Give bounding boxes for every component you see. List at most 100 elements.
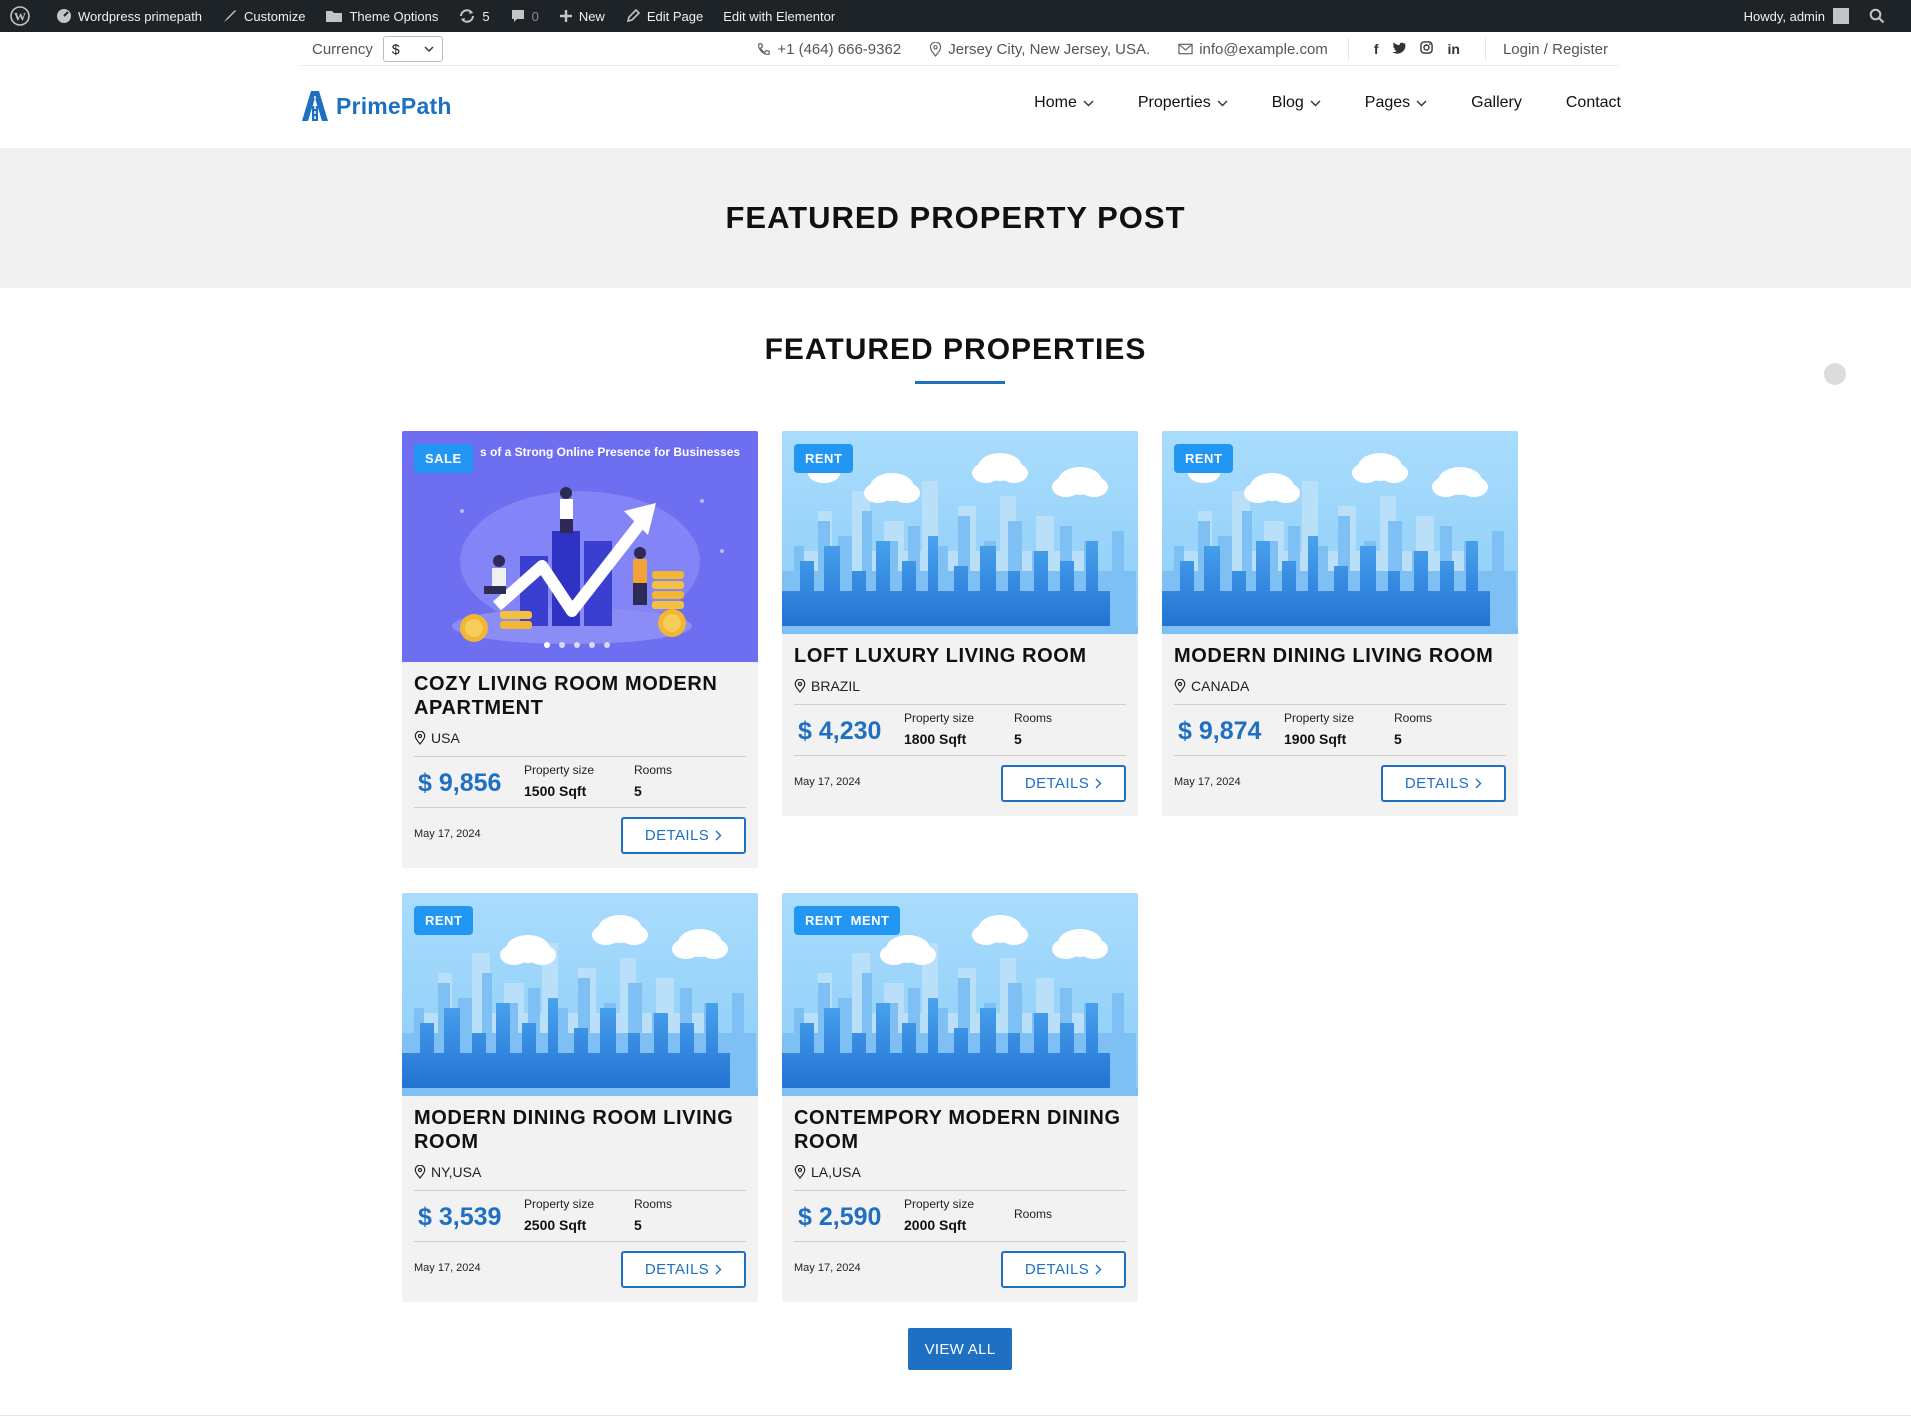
admin-search-icon[interactable] bbox=[1859, 0, 1901, 32]
property-size: Property size 1800 Sqft bbox=[904, 711, 974, 747]
admin-customize-label: Customize bbox=[244, 8, 306, 24]
size-value: 1900 Sqft bbox=[1284, 731, 1347, 747]
view-all-button[interactable]: VIEW ALL bbox=[908, 1328, 1012, 1370]
details-button[interactable]: DETAILS bbox=[621, 817, 746, 854]
brush-icon bbox=[224, 10, 237, 22]
details-label: DETAILS bbox=[1024, 775, 1090, 792]
property-stats: $ 9,856 Property size 1500 Sqft Rooms 5 bbox=[414, 756, 746, 808]
property-rooms: Rooms 5 bbox=[634, 1197, 672, 1233]
admin-account-menu[interactable]: Howdy, admin bbox=[1734, 0, 1859, 32]
admin-edit-elementor-link[interactable]: Edit with Elementor bbox=[713, 0, 845, 32]
nav-home[interactable]: Home bbox=[1034, 94, 1094, 112]
location-pin-icon bbox=[929, 41, 942, 57]
property-image[interactable]: RENT bbox=[782, 431, 1138, 634]
size-label: Property size bbox=[524, 1197, 595, 1211]
property-card[interactable]: RENT MODERN DINING LIVING ROOM CANADA $ … bbox=[1162, 431, 1518, 816]
details-button[interactable]: DETAILS bbox=[1381, 765, 1506, 802]
chevron-right-icon bbox=[1095, 778, 1102, 789]
property-title[interactable]: CONTEMPORY MODERN DINING ROOM bbox=[794, 1106, 1126, 1154]
property-card[interactable]: RENT MODERN DINING ROOM LIVING ROOM NY,U… bbox=[402, 893, 758, 1302]
scroll-indicator[interactable] bbox=[1824, 363, 1846, 385]
admin-updates-link[interactable]: 5 bbox=[448, 0, 499, 32]
property-stats: $ 3,539 Property size 2500 Sqft Rooms 5 bbox=[414, 1190, 746, 1242]
property-rooms: Rooms bbox=[1014, 1207, 1052, 1227]
property-price: $ 2,590 bbox=[798, 1203, 882, 1231]
linkedin-icon[interactable]: in bbox=[1447, 41, 1459, 57]
property-title[interactable]: LOFT LUXURY LIVING ROOM bbox=[794, 644, 1126, 668]
nav-properties[interactable]: Properties bbox=[1138, 94, 1228, 112]
details-label: DETAILS bbox=[1024, 1261, 1090, 1278]
admin-site-label: Wordpress primepath bbox=[78, 8, 203, 24]
rooms-label: Rooms bbox=[634, 763, 673, 777]
details-button[interactable]: DETAILS bbox=[621, 1251, 746, 1288]
rooms-value: 5 bbox=[634, 1217, 642, 1233]
pencil-icon bbox=[626, 8, 640, 23]
admin-comments-link[interactable]: 0 bbox=[500, 0, 549, 32]
admin-new-link[interactable]: New bbox=[549, 0, 615, 32]
size-value: 2500 Sqft bbox=[524, 1217, 587, 1233]
wordpress-logo-icon[interactable]: W bbox=[0, 0, 46, 32]
social-links: f in bbox=[1347, 38, 1486, 60]
property-card[interactable]: RENT MENT CONTEMPORY MODERN DINING ROOM … bbox=[782, 893, 1138, 1302]
phone-text: +1 (464) 666-9362 bbox=[777, 40, 902, 58]
status-badge: SALE bbox=[414, 444, 473, 473]
property-image[interactable]: s of a Strong Online Presence for Busine… bbox=[402, 431, 758, 662]
logo-text: PrimePath bbox=[336, 92, 452, 119]
folder-icon bbox=[326, 11, 343, 22]
details-button[interactable]: DETAILS bbox=[1001, 1251, 1126, 1288]
nav-contact[interactable]: Contact bbox=[1566, 94, 1621, 112]
chevron-down-icon bbox=[1217, 100, 1228, 106]
property-rooms: Rooms 5 bbox=[634, 763, 672, 799]
comment-icon bbox=[511, 10, 524, 22]
page-title: FEATURED PROPERTY POST bbox=[725, 200, 1186, 235]
nav-pages[interactable]: Pages bbox=[1365, 94, 1427, 112]
property-card[interactable]: s of a Strong Online Presence for Busine… bbox=[402, 431, 758, 868]
property-image[interactable]: RENT bbox=[402, 893, 758, 1096]
nav-blog[interactable]: Blog bbox=[1272, 94, 1321, 112]
address-contact: Jersey City, New Jersey, USA. bbox=[929, 41, 1150, 58]
status-badge: RENT MENT bbox=[794, 906, 901, 935]
property-image[interactable]: RENT bbox=[1162, 431, 1518, 634]
twitter-icon[interactable] bbox=[1392, 41, 1407, 57]
property-stats: $ 4,230 Property size 1800 Sqft Rooms 5 bbox=[794, 704, 1126, 756]
main-nav: Home Properties Blog Pages Gallery Conta… bbox=[990, 94, 1621, 112]
details-button[interactable]: DETAILS bbox=[1001, 765, 1126, 802]
property-title[interactable]: MODERN DINING ROOM LIVING ROOM bbox=[414, 1106, 746, 1154]
email-contact[interactable]: info@example.com bbox=[1178, 41, 1328, 58]
admin-customize-link[interactable]: Customize bbox=[212, 0, 315, 32]
property-title[interactable]: MODERN DINING LIVING ROOM bbox=[1174, 644, 1506, 668]
chevron-right-icon bbox=[1475, 778, 1482, 789]
currency-select[interactable]: $ bbox=[382, 36, 443, 62]
page-title-band: FEATURED PROPERTY POST bbox=[0, 148, 1911, 288]
updates-icon bbox=[460, 9, 475, 23]
location-pin-icon bbox=[414, 1165, 426, 1179]
admin-theme-options-label: Theme Options bbox=[349, 8, 439, 24]
property-title[interactable]: COZY LIVING ROOM MODERN APARTMENT bbox=[414, 672, 746, 720]
phone-contact[interactable]: +1 (464) 666-9362 bbox=[756, 41, 901, 58]
nav-gallery[interactable]: Gallery bbox=[1471, 94, 1522, 112]
property-location: CANADA bbox=[1174, 678, 1506, 694]
instagram-icon[interactable] bbox=[1420, 41, 1434, 57]
facebook-icon[interactable]: f bbox=[1374, 41, 1379, 57]
property-card[interactable]: RENT LOFT LUXURY LIVING ROOM BRAZIL $ 4,… bbox=[782, 431, 1138, 816]
admin-site-link[interactable]: Wordpress primepath bbox=[46, 0, 212, 32]
property-date: May 17, 2024 bbox=[794, 776, 861, 788]
size-label: Property size bbox=[904, 1197, 975, 1211]
login-register-link[interactable]: Login / Register bbox=[1503, 41, 1608, 58]
property-price: $ 4,230 bbox=[798, 717, 882, 745]
admin-edit-page-link[interactable]: Edit Page bbox=[615, 0, 713, 32]
avatar bbox=[1833, 8, 1849, 24]
location-text: LA,USA bbox=[811, 1164, 861, 1180]
admin-theme-options-link[interactable]: Theme Options bbox=[315, 0, 448, 32]
site-logo[interactable]: PrimePath bbox=[300, 90, 452, 122]
property-location: NY,USA bbox=[414, 1164, 746, 1180]
chevron-down-icon bbox=[1083, 100, 1094, 106]
phone-icon bbox=[758, 42, 771, 55]
property-image[interactable]: RENT MENT bbox=[782, 893, 1138, 1096]
location-pin-icon bbox=[1174, 679, 1186, 693]
dashboard-icon bbox=[57, 9, 71, 23]
nav-label: Pages bbox=[1364, 94, 1411, 111]
property-price: $ 9,874 bbox=[1178, 717, 1262, 745]
envelope-icon bbox=[1178, 43, 1193, 55]
currency-switcher: Currency $ bbox=[312, 35, 443, 63]
